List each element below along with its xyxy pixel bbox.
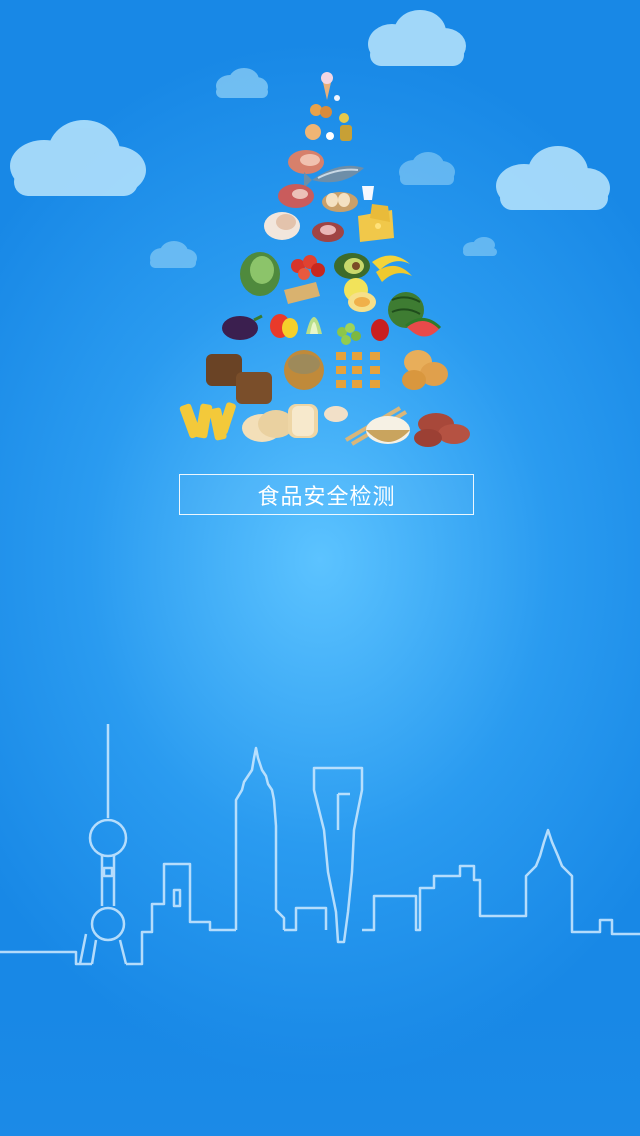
bottom-haze <box>0 1000 640 1136</box>
splash-screen: 食品安全检测 <box>0 0 640 1136</box>
city-skyline-icon <box>0 724 640 966</box>
